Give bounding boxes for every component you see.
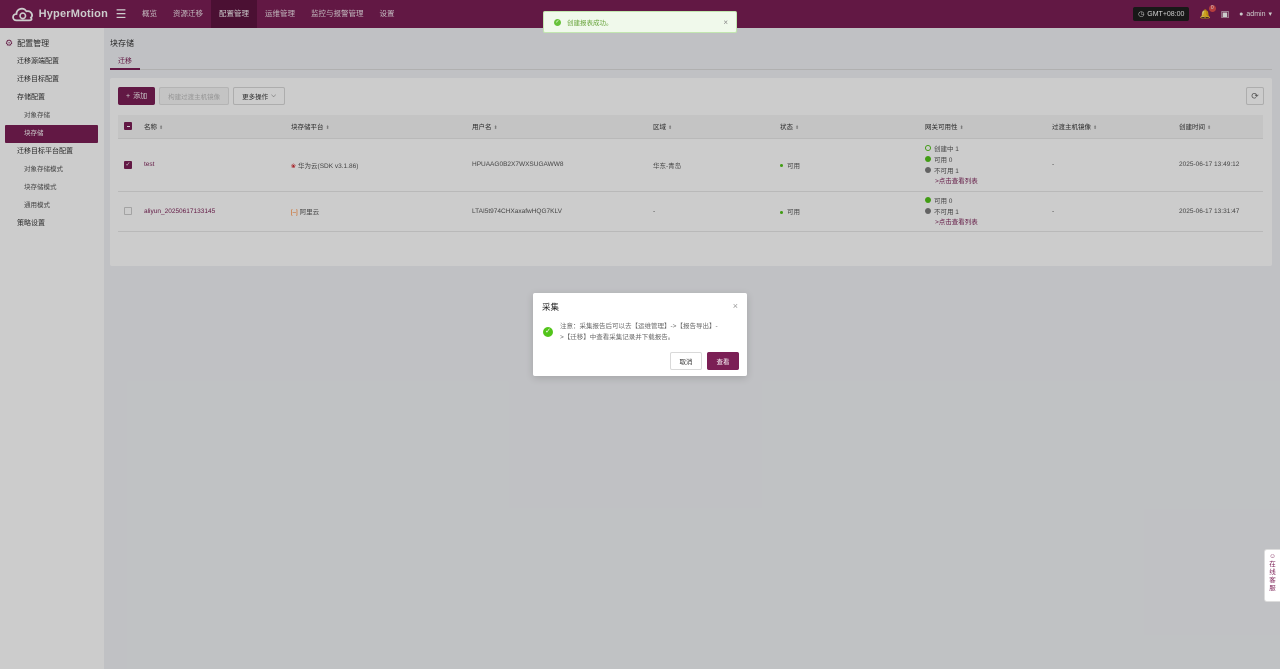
toast-message: 创建报表成功。: [567, 20, 613, 27]
close-icon[interactable]: ×: [723, 18, 728, 27]
online-service-label: 在线客服: [1269, 561, 1276, 592]
dialog-message: 注意：采集报告后可以去【运维管理】->【报告导出】->【迁移】中查看采集记录并下…: [560, 323, 718, 341]
online-service-button[interactable]: ☺ 在线客服: [1264, 549, 1280, 602]
success-icon: ✓: [554, 18, 561, 26]
close-icon[interactable]: ×: [733, 301, 738, 311]
headset-icon: ☺: [1269, 553, 1276, 560]
view-button[interactable]: 查看: [707, 352, 739, 370]
collect-dialog: 采集 × ✓ 注意：采集报告后可以去【运维管理】->【报告导出】->【迁移】中查…: [533, 293, 747, 376]
dialog-title: 采集: [542, 302, 560, 312]
cancel-button[interactable]: 取消: [670, 352, 702, 370]
success-check-icon: ✓: [543, 327, 553, 337]
success-toast: ✓ 创建报表成功。 ×: [543, 11, 737, 33]
